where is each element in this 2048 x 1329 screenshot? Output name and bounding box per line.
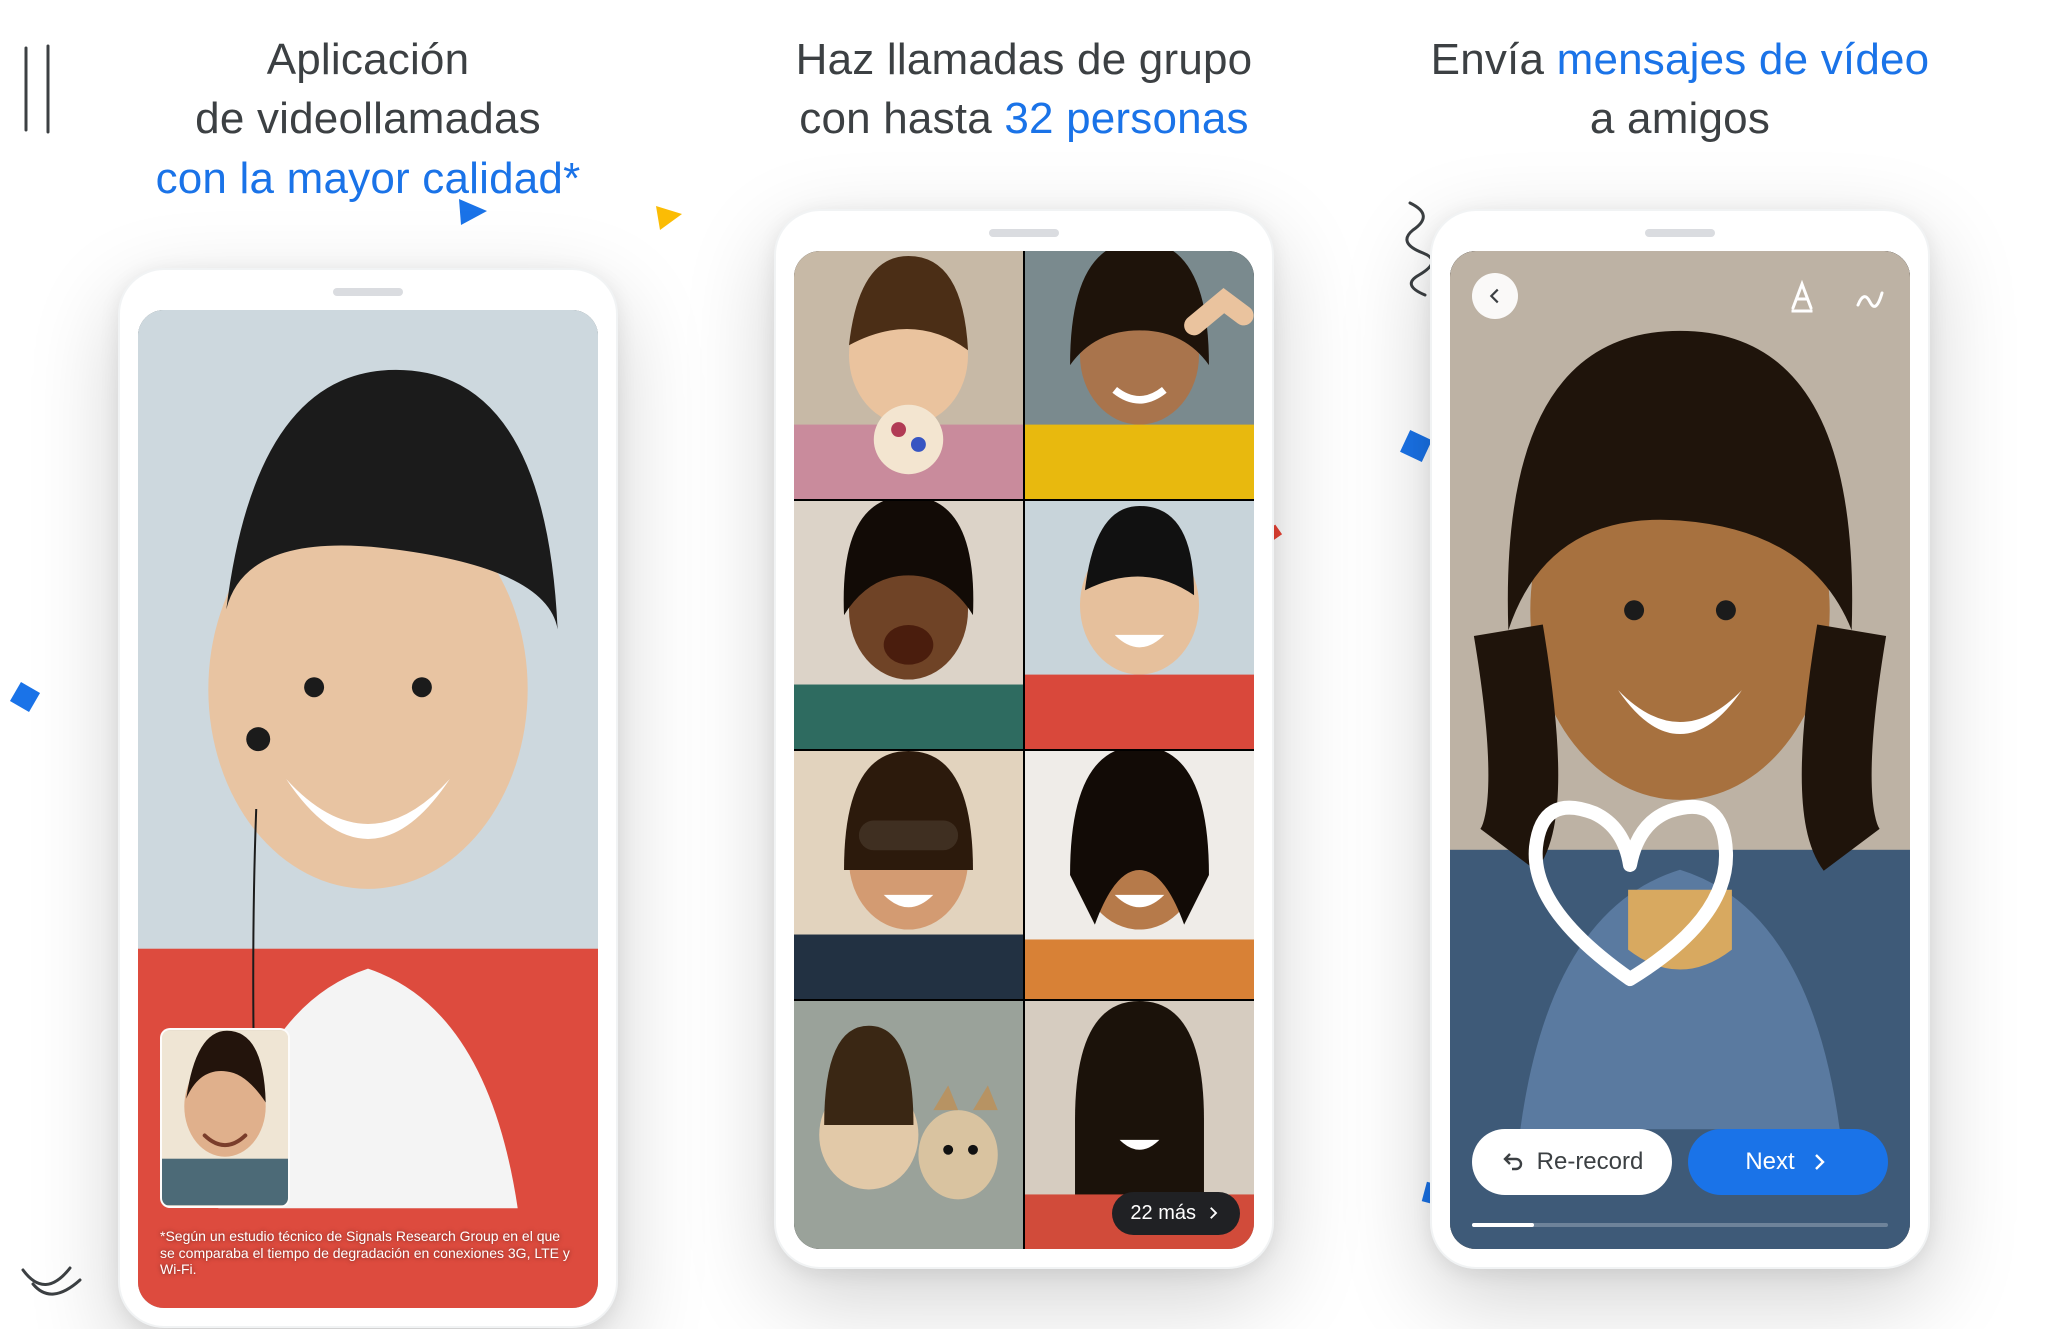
participant-tile[interactable] [1025,251,1254,499]
headline-text: de videollamadas [195,94,541,143]
pip-person-illustration [162,1030,288,1206]
rerecord-button[interactable]: Re-record [1472,1129,1672,1195]
participant-tile[interactable] [1025,501,1254,749]
panel2-headline: Haz llamadas de grupo con hasta 32 perso… [796,30,1253,149]
participant-tile[interactable] [794,751,1023,999]
phone-screen-2: 22 más [794,251,1254,1249]
participant-tile[interactable]: 22 más [1025,1001,1254,1249]
feature-panel-2: Haz llamadas de grupo con hasta 32 perso… [726,30,1322,1328]
headline-emphasis: mensajes de vídeo [1557,35,1930,84]
headline-text: Haz llamadas de grupo [796,35,1253,84]
participant-tile[interactable] [1025,751,1254,999]
participant-tile[interactable] [794,251,1023,499]
chevron-left-icon [1484,285,1506,307]
heart-drawing [1500,769,1760,1029]
text-tool-icon[interactable] [1784,278,1820,314]
undo-icon [1501,1150,1525,1174]
phone-mockup-1: *Según un estudio técnico de Signals Res… [118,268,618,1328]
back-button[interactable] [1472,273,1518,319]
phone-mockup-3: Re-record Next [1430,209,1930,1269]
feature-panel-1: Aplicación de videollamadas con la mayor… [70,30,666,1328]
feature-panel-3: Envía mensajes de vídeo a amigos [1382,30,1978,1328]
headline-emphasis: con la mayor calidad* [156,154,581,203]
video-progress-bar[interactable] [1472,1223,1888,1227]
phone-notch [989,229,1059,237]
footnote-text: *Según un estudio técnico de Signals Res… [160,1228,576,1278]
more-chip-label: 22 más [1130,1202,1196,1225]
panel1-headline: Aplicación de videollamadas con la mayor… [156,30,581,208]
phone-notch [333,288,403,296]
more-participants-chip[interactable]: 22 más [1112,1192,1240,1235]
headline-emphasis: 32 personas [1004,94,1248,143]
participant-tile[interactable] [794,1001,1023,1249]
rerecord-label: Re-record [1537,1148,1644,1176]
phone-screen-3: Re-record Next [1450,251,1910,1249]
video-message-illustration [1450,251,1910,1249]
panel3-headline: Envía mensajes de vídeo a amigos [1431,30,1930,149]
chevron-right-icon [1204,1204,1222,1222]
phone-notch [1645,229,1715,237]
next-button[interactable]: Next [1688,1129,1888,1195]
next-label: Next [1745,1148,1794,1176]
participant-tile[interactable] [794,501,1023,749]
self-view-pip[interactable] [160,1028,290,1208]
participant-grid: 22 más [794,251,1254,1249]
phone-screen-1: *Según un estudio técnico de Signals Res… [138,310,598,1308]
headline-text: con hasta [799,94,1004,143]
draw-tool-icon[interactable] [1852,278,1888,314]
headline-text: a amigos [1590,94,1770,143]
chevron-right-icon [1807,1150,1831,1174]
headline-text: Aplicación [267,35,470,84]
headline-text: Envía [1431,35,1557,84]
phone-mockup-2: 22 más [774,209,1274,1269]
